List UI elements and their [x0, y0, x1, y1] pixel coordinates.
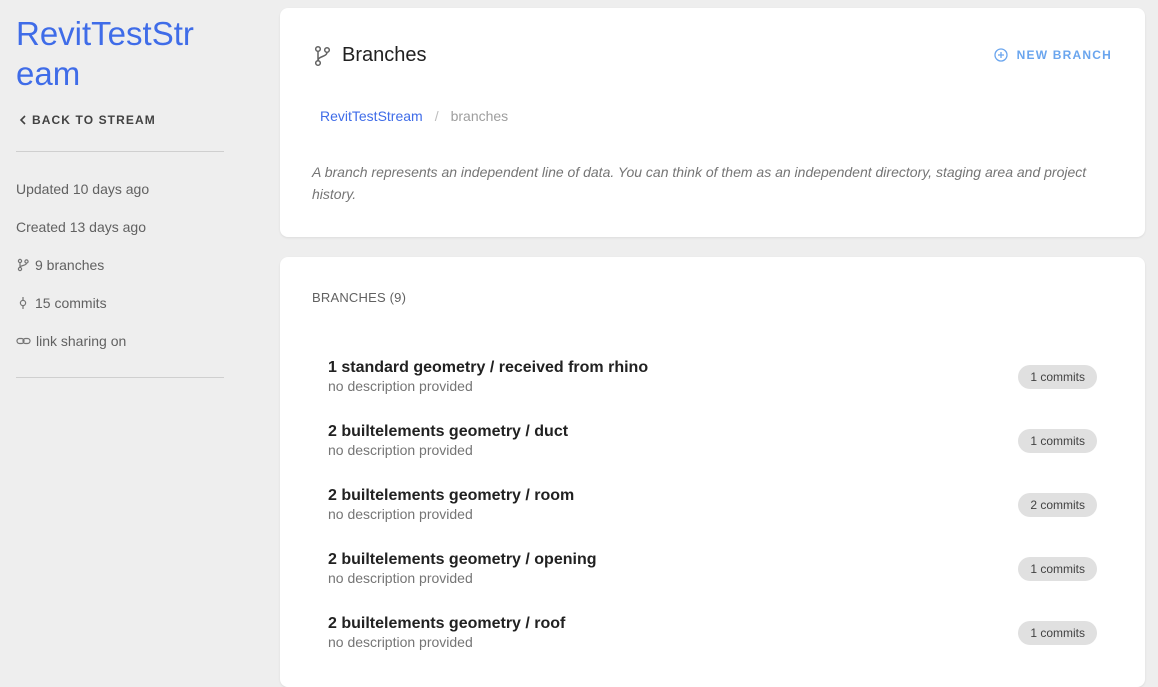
- branch-description: no description provided: [328, 442, 473, 458]
- page-title-row: Branches: [312, 44, 427, 67]
- back-to-stream-button[interactable]: BACK TO STREAM: [19, 113, 224, 127]
- branch-name: 2 builtelements geometry / opening: [328, 551, 597, 568]
- breadcrumb-separator: /: [434, 108, 439, 124]
- branch-list-item[interactable]: 2 builtelements geometry / opening no de…: [312, 535, 1113, 599]
- meta-link-sharing-text: link sharing on: [36, 333, 127, 349]
- branch-list-item[interactable]: 2 builtelements geometry / roof no descr…: [312, 599, 1113, 663]
- branch-list-item[interactable]: 2 builtelements geometry / duct no descr…: [312, 407, 1113, 471]
- stream-meta: Updated 10 days ago Created 13 days ago …: [16, 152, 224, 377]
- branches-count-heading: BRANCHES (9): [312, 290, 407, 305]
- branches-header-card: Branches NEW BRANCH RevitTestStream / br…: [280, 8, 1145, 237]
- branch-description: no description provided: [328, 506, 473, 522]
- commits-count-badge: 2 commits: [1018, 493, 1097, 517]
- commits-count-badge: 1 commits: [1018, 621, 1097, 645]
- branch-list: 1 standard geometry / received from rhin…: [312, 343, 1113, 663]
- branch-description: no description provided: [328, 570, 473, 586]
- meta-created-text: Created 13 days ago: [16, 219, 146, 235]
- branch-description: no description provided: [328, 634, 473, 650]
- commits-count-badge: 1 commits: [1018, 429, 1097, 453]
- source-branch-icon: [17, 258, 29, 272]
- stream-title[interactable]: RevitTestStream: [16, 14, 206, 94]
- breadcrumb: RevitTestStream / branches: [320, 108, 508, 124]
- branch-name: 1 standard geometry / received from rhin…: [328, 359, 649, 376]
- meta-link-sharing[interactable]: link sharing on: [16, 322, 224, 360]
- page-title: Branches: [342, 44, 427, 66]
- branch-description: no description provided: [328, 378, 473, 394]
- new-branch-button[interactable]: NEW BRANCH: [994, 48, 1112, 62]
- sidebar: RevitTestStream BACK TO STREAM Updated 1…: [0, 0, 240, 667]
- source-branch-icon: [314, 45, 331, 66]
- commit-icon: [19, 297, 27, 309]
- plus-circle-icon: [994, 48, 1008, 62]
- breadcrumb-stream-link[interactable]: RevitTestStream: [320, 108, 423, 124]
- branch-name: 2 builtelements geometry / room: [328, 487, 575, 504]
- commits-count-badge: 1 commits: [1018, 557, 1097, 581]
- meta-branches[interactable]: 9 branches: [16, 246, 224, 284]
- branches-list-card: BRANCHES (9) 1 standard geometry / recei…: [280, 257, 1145, 687]
- commits-count-badge: 1 commits: [1018, 365, 1097, 389]
- branch-list-item[interactable]: 2 builtelements geometry / room no descr…: [312, 471, 1113, 535]
- sidebar-divider-bottom: [16, 377, 224, 378]
- branches-description: A branch represents an independent line …: [312, 164, 1087, 202]
- meta-created: Created 13 days ago: [16, 208, 224, 246]
- branch-name: 2 builtelements geometry / duct: [328, 423, 569, 440]
- link-icon: [16, 337, 31, 345]
- chevron-left-icon: [19, 115, 26, 125]
- meta-commits-text: 15 commits: [35, 295, 107, 311]
- breadcrumb-current: branches: [450, 108, 509, 124]
- branch-name: 2 builtelements geometry / roof: [328, 615, 566, 632]
- meta-commits[interactable]: 15 commits: [16, 284, 224, 322]
- meta-branches-text: 9 branches: [35, 257, 105, 273]
- back-to-stream-label: BACK TO STREAM: [32, 113, 156, 127]
- meta-updated: Updated 10 days ago: [16, 170, 224, 208]
- new-branch-label: NEW BRANCH: [1016, 48, 1112, 62]
- branch-list-item[interactable]: 1 standard geometry / received from rhin…: [312, 343, 1113, 407]
- meta-updated-text: Updated 10 days ago: [16, 181, 150, 197]
